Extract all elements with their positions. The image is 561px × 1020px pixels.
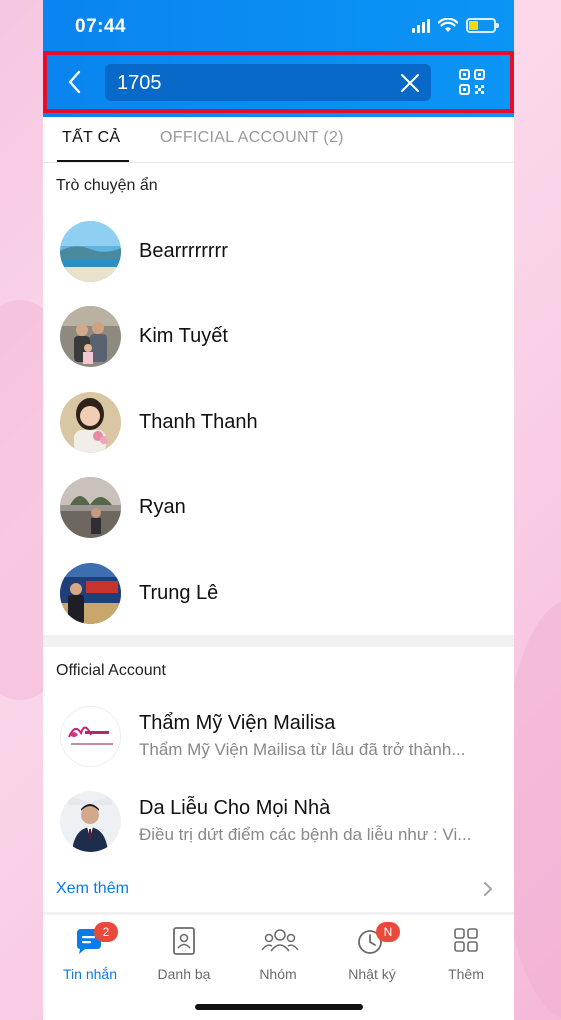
nav-label: Thêm xyxy=(448,966,484,982)
list-item[interactable]: Ryan xyxy=(43,465,514,550)
avatar xyxy=(60,563,121,624)
signal-icon xyxy=(412,18,430,33)
avatar xyxy=(60,706,121,767)
contact-description: Điều trị dứt điểm các bệnh da liễu như :… xyxy=(139,825,472,844)
list-item[interactable]: Thẩm Mỹ Viện Mailisa Thẩm Mỹ Viện Mailis… xyxy=(43,694,514,779)
contact-name: Da Liễu Cho Mọi Nhà xyxy=(139,797,331,819)
avatar xyxy=(60,306,121,367)
avatar xyxy=(60,221,121,282)
nav-label: Nhật ký xyxy=(348,966,396,982)
unread-badge: 2 xyxy=(94,922,118,942)
list-item[interactable]: Kim Tuyết xyxy=(43,294,514,379)
contact-name: Thanh Thanh xyxy=(139,411,258,433)
contacts-icon xyxy=(167,925,201,957)
hidden-chats-title: Trò chuyện ẩn xyxy=(56,177,158,194)
new-badge: N xyxy=(376,922,400,942)
contact-name: Kim Tuyết xyxy=(139,325,228,347)
nav-item-messages[interactable]: 2 Tin nhắn xyxy=(43,922,137,982)
status-time: 07:44 xyxy=(75,16,127,37)
battery-icon xyxy=(466,18,499,33)
nav-label: Tin nhắn xyxy=(63,966,117,982)
group-icon xyxy=(261,925,299,957)
search-tabs: TẤT CẢ OFFICIAL ACCOUNT (2) xyxy=(43,117,514,163)
contact-name: Trung Lê xyxy=(139,582,219,604)
list-item[interactable]: Bearrrrrrrr xyxy=(43,209,514,294)
nav-label: Nhóm xyxy=(259,966,297,982)
clock-icon: N xyxy=(355,922,400,957)
search-input-value[interactable]: 1705 xyxy=(117,72,162,95)
search-input[interactable]: 1705 xyxy=(105,64,431,101)
tab-active-indicator xyxy=(57,160,129,162)
status-bar: 07:44 xyxy=(43,0,514,52)
clear-icon[interactable] xyxy=(397,70,423,96)
tab-all[interactable]: TẤT CẢ xyxy=(62,129,120,147)
avatar xyxy=(60,791,121,852)
nav-item-timeline[interactable]: N Nhật ký xyxy=(325,922,419,982)
section-divider xyxy=(43,635,514,647)
contact-name: Bearrrrrrrr xyxy=(139,240,228,262)
list-item[interactable]: Thanh Thanh xyxy=(43,380,514,465)
contact-name: Thẩm Mỹ Viện Mailisa xyxy=(139,712,336,734)
search-bar: 1705 xyxy=(43,51,514,113)
avatar xyxy=(60,392,121,453)
status-icons xyxy=(412,18,499,33)
nav-label: Danh bạ xyxy=(157,966,211,982)
nav-item-groups[interactable]: Nhóm xyxy=(231,925,325,982)
avatar xyxy=(60,477,121,538)
list-item[interactable]: Trung Lê xyxy=(43,551,514,636)
chat-icon: 2 xyxy=(73,922,118,957)
back-icon[interactable] xyxy=(61,67,91,97)
phone-screen: 07:44 1705 TẤT CẢ OFFICIAL ACCOUNT (2) T… xyxy=(43,0,514,1020)
contact-description: Thẩm Mỹ Viện Mailisa từ lâu đã trở thành… xyxy=(139,740,466,759)
wifi-icon xyxy=(438,18,458,32)
chevron-right-icon[interactable] xyxy=(480,880,496,898)
qr-code-icon[interactable] xyxy=(458,68,486,96)
nav-item-more[interactable]: Thêm xyxy=(419,925,513,982)
home-indicator[interactable] xyxy=(195,1004,363,1010)
list-item[interactable]: Da Liễu Cho Mọi Nhà Điều trị dứt điểm cá… xyxy=(43,779,514,864)
grid-icon xyxy=(449,925,483,957)
see-more-link[interactable]: Xem thêm xyxy=(56,880,129,898)
nav-item-contacts[interactable]: Danh bạ xyxy=(137,925,231,982)
tab-official-account[interactable]: OFFICIAL ACCOUNT (2) xyxy=(160,129,344,147)
contact-name: Ryan xyxy=(139,496,186,518)
official-account-title: Official Account xyxy=(56,662,166,679)
